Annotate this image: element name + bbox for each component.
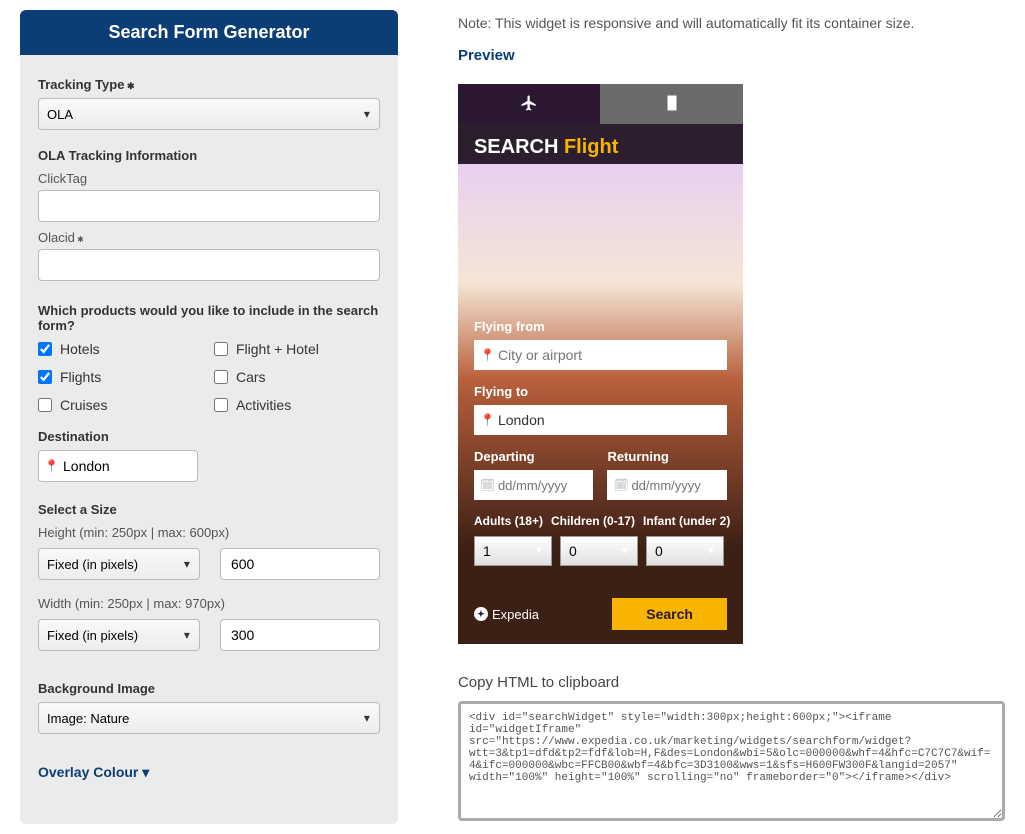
ola-tracking-info-label: OLA Tracking Information — [38, 148, 380, 163]
activities-checkbox[interactable] — [214, 398, 228, 412]
children-select[interactable]: 0 — [560, 536, 638, 566]
flights-label: Flights — [60, 369, 101, 385]
flying-from-label: Flying from — [474, 319, 727, 334]
copy-html-label: Copy HTML to clipboard — [458, 674, 1005, 691]
select-size-label: Select a Size — [38, 502, 380, 517]
clicktag-input[interactable] — [38, 190, 380, 222]
plane-icon — [520, 94, 538, 115]
activities-label: Activities — [236, 397, 291, 413]
width-mode-select[interactable]: Fixed (in pixels) — [38, 619, 200, 651]
tab-flight[interactable] — [458, 84, 601, 124]
bg-image-label: Background Image — [38, 681, 380, 696]
cruises-label: Cruises — [60, 397, 107, 413]
adults-label: Adults (18+) — [474, 514, 543, 528]
product-activities[interactable]: Activities — [214, 397, 380, 413]
height-label: Height (min: 250px | max: 600px) — [38, 525, 380, 540]
preview-section: Note: This widget is responsive and will… — [458, 10, 1005, 824]
preview-label: Preview — [458, 47, 1005, 64]
bg-image-select[interactable]: Image: Nature — [38, 702, 380, 734]
pin-icon: 📍 — [44, 459, 59, 473]
adults-select[interactable]: 1 — [474, 536, 552, 566]
destination-label: Destination — [38, 429, 380, 444]
destination-input[interactable] — [38, 450, 198, 482]
tracking-type-label: Tracking Type — [38, 77, 380, 92]
cars-checkbox[interactable] — [214, 370, 228, 384]
products-question: Which products would you like to include… — [38, 303, 380, 333]
tracking-type-select[interactable]: OLA — [38, 98, 380, 130]
search-button[interactable]: Search — [612, 598, 727, 630]
flights-checkbox[interactable] — [38, 370, 52, 384]
clicktag-label: ClickTag — [38, 171, 380, 186]
cruises-checkbox[interactable] — [38, 398, 52, 412]
calendar-icon: 🗓 — [480, 478, 495, 492]
expedia-logo: ✦ Expedia — [474, 607, 539, 622]
product-flights[interactable]: Flights — [38, 369, 204, 385]
children-label: Children (0-17) — [551, 514, 635, 528]
flying-to-input[interactable] — [474, 405, 727, 435]
pin-icon: 📍 — [480, 348, 495, 362]
olacid-label: Olacid — [38, 230, 380, 245]
flight-hotel-checkbox[interactable] — [214, 342, 228, 356]
globe-icon: ✦ — [474, 607, 488, 621]
product-hotels[interactable]: Hotels — [38, 341, 204, 357]
search-form-generator-panel: Search Form Generator Tracking Type OLA … — [20, 10, 398, 824]
panel-title: Search Form Generator — [20, 10, 398, 55]
hotels-label: Hotels — [60, 341, 100, 357]
product-cruises[interactable]: Cruises — [38, 397, 204, 413]
calendar-icon: 🗓 — [613, 478, 628, 492]
width-value-input[interactable] — [220, 619, 380, 651]
height-mode-select[interactable]: Fixed (in pixels) — [38, 548, 200, 580]
product-flight-hotel[interactable]: Flight + Hotel — [214, 341, 380, 357]
olacid-input[interactable] — [38, 249, 380, 281]
widget-preview: SEARCH Flight Flying from 📍 Flying to 📍 … — [458, 84, 743, 644]
chevron-down-icon: ▾ — [142, 764, 149, 780]
departing-label: Departing — [474, 449, 594, 464]
pin-icon: 📍 — [480, 413, 495, 427]
flying-from-input[interactable] — [474, 340, 727, 370]
product-cars[interactable]: Cars — [214, 369, 380, 385]
hotels-checkbox[interactable] — [38, 342, 52, 356]
returning-label: Returning — [607, 449, 727, 464]
flight-hotel-label: Flight + Hotel — [236, 341, 319, 357]
overlay-colour-toggle[interactable]: Overlay Colour ▾ — [38, 764, 149, 781]
cars-label: Cars — [236, 369, 266, 385]
height-value-input[interactable] — [220, 548, 380, 580]
infant-select[interactable]: 0 — [646, 536, 724, 566]
responsive-note: Note: This widget is responsive and will… — [458, 15, 1005, 31]
building-icon — [663, 94, 681, 115]
width-label: Width (min: 250px | max: 970px) — [38, 596, 380, 611]
flying-to-label: Flying to — [474, 384, 727, 399]
tab-hotel[interactable] — [600, 84, 743, 124]
infant-label: Infant (under 2) — [643, 514, 730, 528]
html-code-output[interactable] — [458, 701, 1005, 821]
